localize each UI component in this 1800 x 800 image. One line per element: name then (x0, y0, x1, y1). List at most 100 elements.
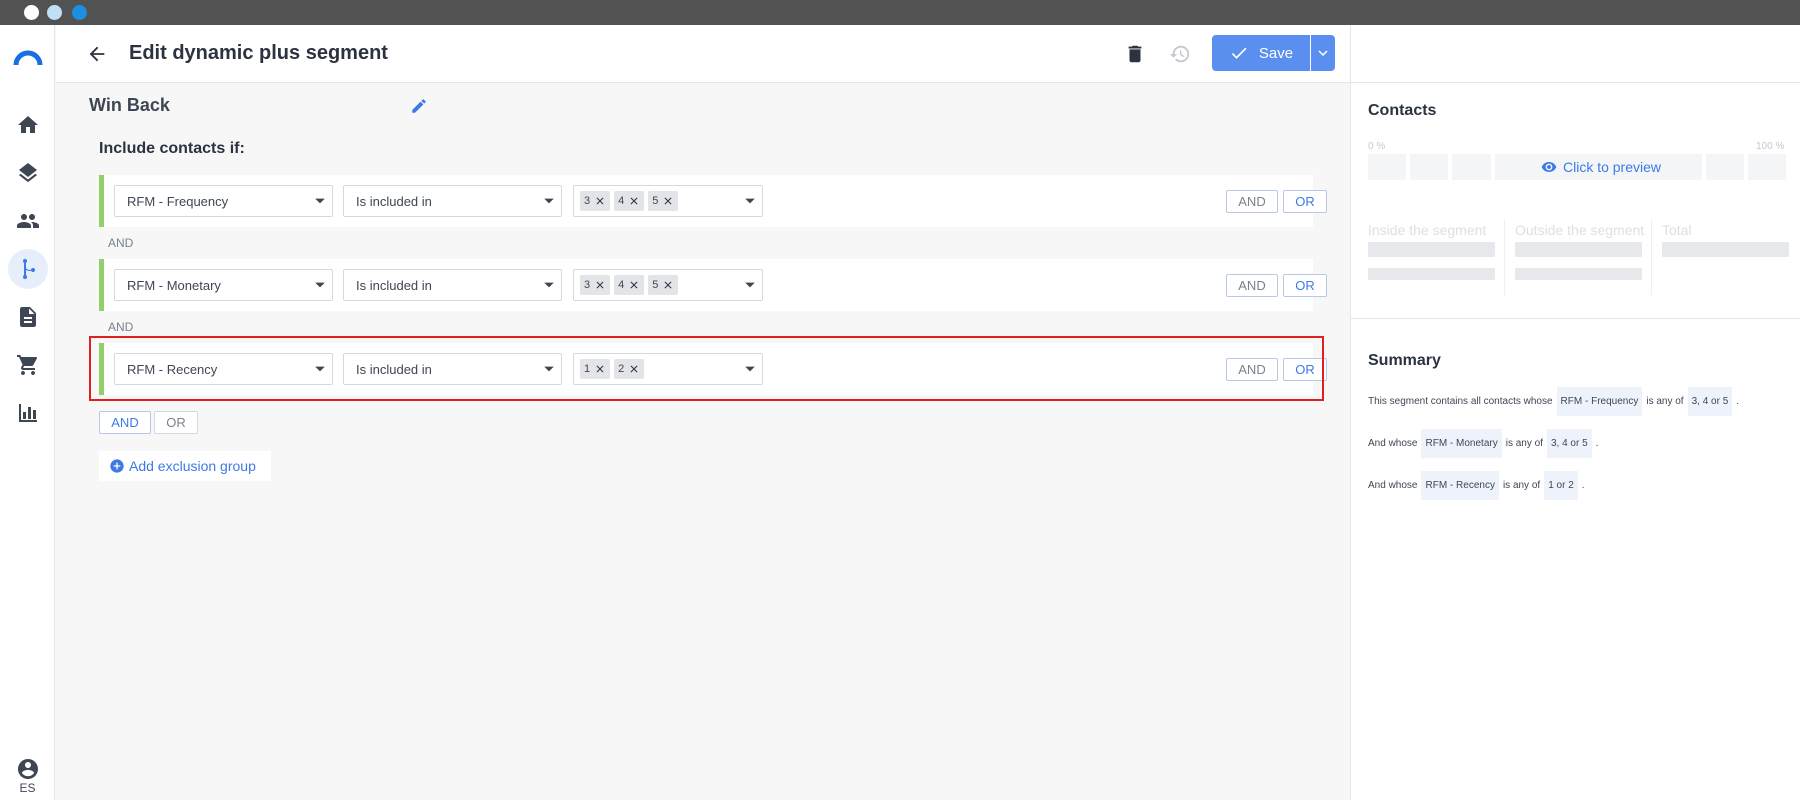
value-chip: 4 (614, 275, 645, 295)
edit-name-button[interactable] (408, 95, 430, 117)
language-label[interactable]: ES (0, 781, 55, 795)
add-and-group-button[interactable]: AND (99, 411, 151, 434)
analytics-icon[interactable] (8, 393, 48, 433)
values-select[interactable]: 1 2 (573, 353, 763, 385)
divider (1651, 220, 1652, 295)
add-or-condition-button[interactable]: OR (1283, 358, 1327, 381)
skeleton-placeholder (1515, 268, 1642, 280)
divider (1351, 318, 1800, 319)
operator-value: Is included in (356, 193, 432, 209)
values-select[interactable]: 3 4 5 (573, 185, 763, 217)
left-navigation: ES (0, 25, 55, 800)
chip-label: 3 (584, 195, 591, 207)
chip-label: 3 (584, 279, 591, 291)
summary-text: And whose (1368, 480, 1418, 491)
summary-line: And whose RFM - Recency is any of 1 or 2… (1368, 471, 1585, 500)
caret-down-icon (314, 195, 326, 207)
close-window-dot[interactable] (24, 5, 39, 20)
home-icon[interactable] (8, 105, 48, 145)
skeleton-placeholder (1515, 242, 1642, 257)
caret-down-icon (744, 363, 756, 375)
summary-text: is any of (1646, 396, 1684, 407)
logo-icon[interactable] (8, 43, 48, 73)
values-select[interactable]: 3 4 5 (573, 269, 763, 301)
field-select[interactable]: RFM - Recency (114, 353, 333, 385)
operator-value: Is included in (356, 277, 432, 293)
operator-select[interactable]: Is included in (343, 353, 562, 385)
operator-select[interactable]: Is included in (343, 269, 562, 301)
preview-label: Click to preview (1562, 159, 1662, 175)
caret-down-icon (543, 195, 555, 207)
page-title: Edit dynamic plus segment (129, 42, 388, 64)
summary-values-tag: 3, 4 or 5 (1687, 387, 1733, 416)
and-separator: AND (108, 236, 134, 250)
maximize-window-dot[interactable] (72, 5, 87, 20)
include-contacts-label: Include contacts if: (99, 140, 245, 157)
summary-text: And whose (1368, 438, 1418, 449)
inside-segment-label: Inside the segment (1368, 222, 1487, 238)
cart-icon[interactable] (8, 345, 48, 385)
pct-max-label: 100 % (1756, 141, 1785, 152)
chip-label: 1 (584, 363, 591, 375)
add-exclusion-group-button[interactable]: Add exclusion group (99, 451, 271, 481)
add-and-condition-button[interactable]: AND (1226, 274, 1278, 297)
add-and-condition-button[interactable]: AND (1226, 358, 1278, 381)
summary-field-tag: RFM - Recency (1421, 471, 1499, 500)
remove-chip-icon[interactable] (662, 279, 674, 291)
value-chip: 4 (614, 191, 645, 211)
summary-text: . (1581, 480, 1585, 491)
add-or-condition-button[interactable]: OR (1283, 274, 1327, 297)
summary-title: Summary (1368, 352, 1441, 369)
click-to-preview-button[interactable]: Click to preview (1531, 154, 1671, 180)
segments-icon[interactable] (8, 249, 48, 289)
window-titlebar (0, 0, 1800, 25)
divider (1351, 82, 1800, 83)
back-button[interactable] (84, 41, 110, 67)
remove-chip-icon[interactable] (594, 195, 606, 207)
summary-line: This segment contains all contacts whose… (1368, 387, 1739, 416)
segment-editor: Win Back Include contacts if: RFM - Freq… (56, 83, 1350, 800)
add-and-condition-button[interactable]: AND (1226, 190, 1278, 213)
account-icon[interactable] (8, 755, 48, 783)
remove-chip-icon[interactable] (594, 363, 606, 375)
save-button[interactable]: Save (1212, 35, 1310, 71)
caret-down-icon (744, 279, 756, 291)
contacts-title: Contacts (1368, 102, 1437, 119)
field-select[interactable]: RFM - Monetary (114, 269, 333, 301)
skeleton-placeholder (1368, 242, 1495, 257)
summary-line: And whose RFM - Monetary is any of 3, 4 … (1368, 429, 1598, 458)
remove-chip-icon[interactable] (628, 363, 640, 375)
pencil-icon (412, 99, 426, 113)
summary-field-tag: RFM - Frequency (1556, 387, 1643, 416)
restore-button[interactable] (1167, 41, 1193, 67)
remove-chip-icon[interactable] (628, 279, 640, 291)
contacts-icon[interactable] (8, 201, 48, 241)
layers-icon[interactable] (8, 153, 48, 193)
skeleton-placeholder (1662, 242, 1789, 257)
page-header: Edit dynamic plus segment Save (56, 25, 1350, 83)
summary-text: This segment contains all contacts whose (1368, 396, 1553, 407)
add-or-group-button[interactable]: OR (154, 411, 198, 434)
right-panel: Contacts 0 % 100 % Click to preview Insi… (1350, 25, 1800, 800)
remove-chip-icon[interactable] (628, 195, 640, 207)
condition-row: RFM - Recency Is included in 1 2 AND OR (99, 343, 1327, 395)
add-or-condition-button[interactable]: OR (1283, 190, 1327, 213)
minimize-window-dot[interactable] (47, 5, 62, 20)
eye-icon (1541, 162, 1557, 172)
summary-values-tag: 1 or 2 (1544, 471, 1578, 500)
document-icon[interactable] (8, 297, 48, 337)
summary-field-tag: RFM - Monetary (1421, 429, 1502, 458)
divider (1504, 220, 1505, 295)
remove-chip-icon[interactable] (594, 279, 606, 291)
delete-button[interactable] (1122, 41, 1148, 67)
value-chip: 1 (580, 359, 611, 379)
remove-chip-icon[interactable] (662, 195, 674, 207)
chevron-down-icon (1318, 50, 1328, 56)
condition-row: RFM - Monetary Is included in 3 4 5 AND … (99, 259, 1327, 311)
chip-label: 2 (618, 363, 625, 375)
arrow-left-icon (89, 46, 105, 62)
chip-label: 5 (652, 279, 659, 291)
save-options-button[interactable] (1311, 35, 1335, 71)
field-select[interactable]: RFM - Frequency (114, 185, 333, 217)
operator-select[interactable]: Is included in (343, 185, 562, 217)
